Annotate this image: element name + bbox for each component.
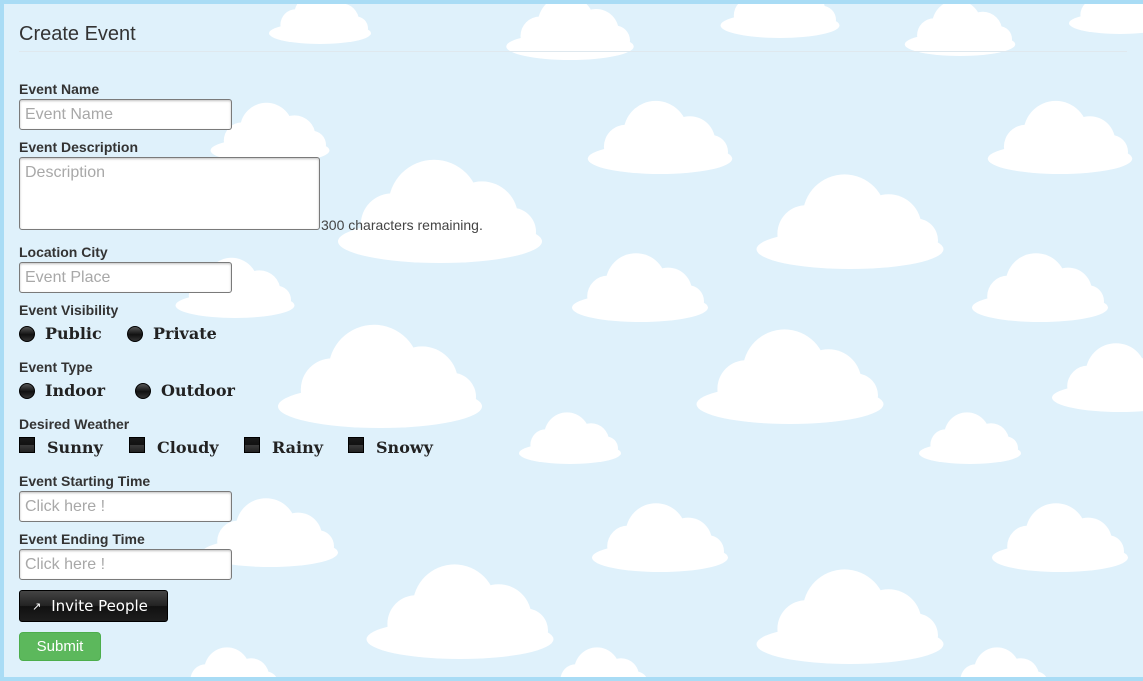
- radio-outdoor[interactable]: [135, 382, 151, 399]
- type-outdoor-option[interactable]: Outdoor: [135, 381, 235, 400]
- event-name-input[interactable]: [19, 99, 232, 130]
- event-name-label: Event Name: [19, 81, 100, 97]
- character-counter: 300 characters remaining.: [321, 217, 483, 233]
- weather-rainy-option[interactable]: Rainy: [244, 436, 324, 457]
- type-outdoor-label: Outdoor: [161, 381, 235, 400]
- weather-sunny-option[interactable]: Sunny: [19, 436, 103, 457]
- visibility-public-option[interactable]: Public: [19, 324, 102, 343]
- end-time-label: Event Ending Time: [19, 531, 145, 547]
- checkbox-cloudy[interactable]: [129, 436, 145, 453]
- checkbox-sunny[interactable]: [19, 436, 35, 453]
- type-indoor-label: Indoor: [45, 381, 106, 400]
- radio-private[interactable]: [127, 325, 143, 342]
- weather-sunny-label: Sunny: [47, 438, 103, 457]
- radio-indoor[interactable]: [19, 382, 35, 399]
- visibility-public-label: Public: [45, 324, 102, 343]
- event-description-label: Event Description: [19, 139, 139, 155]
- weather-snowy-option[interactable]: Snowy: [348, 436, 433, 457]
- event-description-textarea[interactable]: [19, 157, 320, 230]
- start-time-label: Event Starting Time: [19, 473, 151, 489]
- weather-snowy-label: Snowy: [376, 438, 433, 457]
- event-visibility-label: Event Visibility: [19, 302, 119, 318]
- checkbox-rainy[interactable]: [244, 436, 260, 453]
- type-indoor-option[interactable]: Indoor: [19, 381, 105, 400]
- external-link-icon: ↗: [32, 599, 42, 613]
- invite-people-button[interactable]: ↗ Invite People: [19, 590, 168, 622]
- event-type-label: Event Type: [19, 359, 93, 375]
- weather-cloudy-label: Cloudy: [157, 438, 219, 457]
- end-time-input[interactable]: [19, 549, 232, 580]
- title-divider: [19, 51, 1127, 52]
- weather-cloudy-option[interactable]: Cloudy: [129, 436, 219, 457]
- submit-button[interactable]: Submit: [19, 632, 101, 661]
- page-title: Create Event: [19, 23, 136, 45]
- desired-weather-label: Desired Weather: [19, 416, 130, 432]
- visibility-private-option[interactable]: Private: [127, 324, 217, 343]
- visibility-private-label: Private: [153, 324, 217, 343]
- location-city-label: Location City: [19, 244, 108, 260]
- weather-rainy-label: Rainy: [272, 438, 324, 457]
- checkbox-snowy[interactable]: [348, 436, 364, 453]
- radio-public[interactable]: [19, 325, 35, 342]
- invite-people-label: Invite People: [51, 597, 148, 615]
- location-city-input[interactable]: [19, 262, 232, 293]
- start-time-input[interactable]: [19, 491, 232, 522]
